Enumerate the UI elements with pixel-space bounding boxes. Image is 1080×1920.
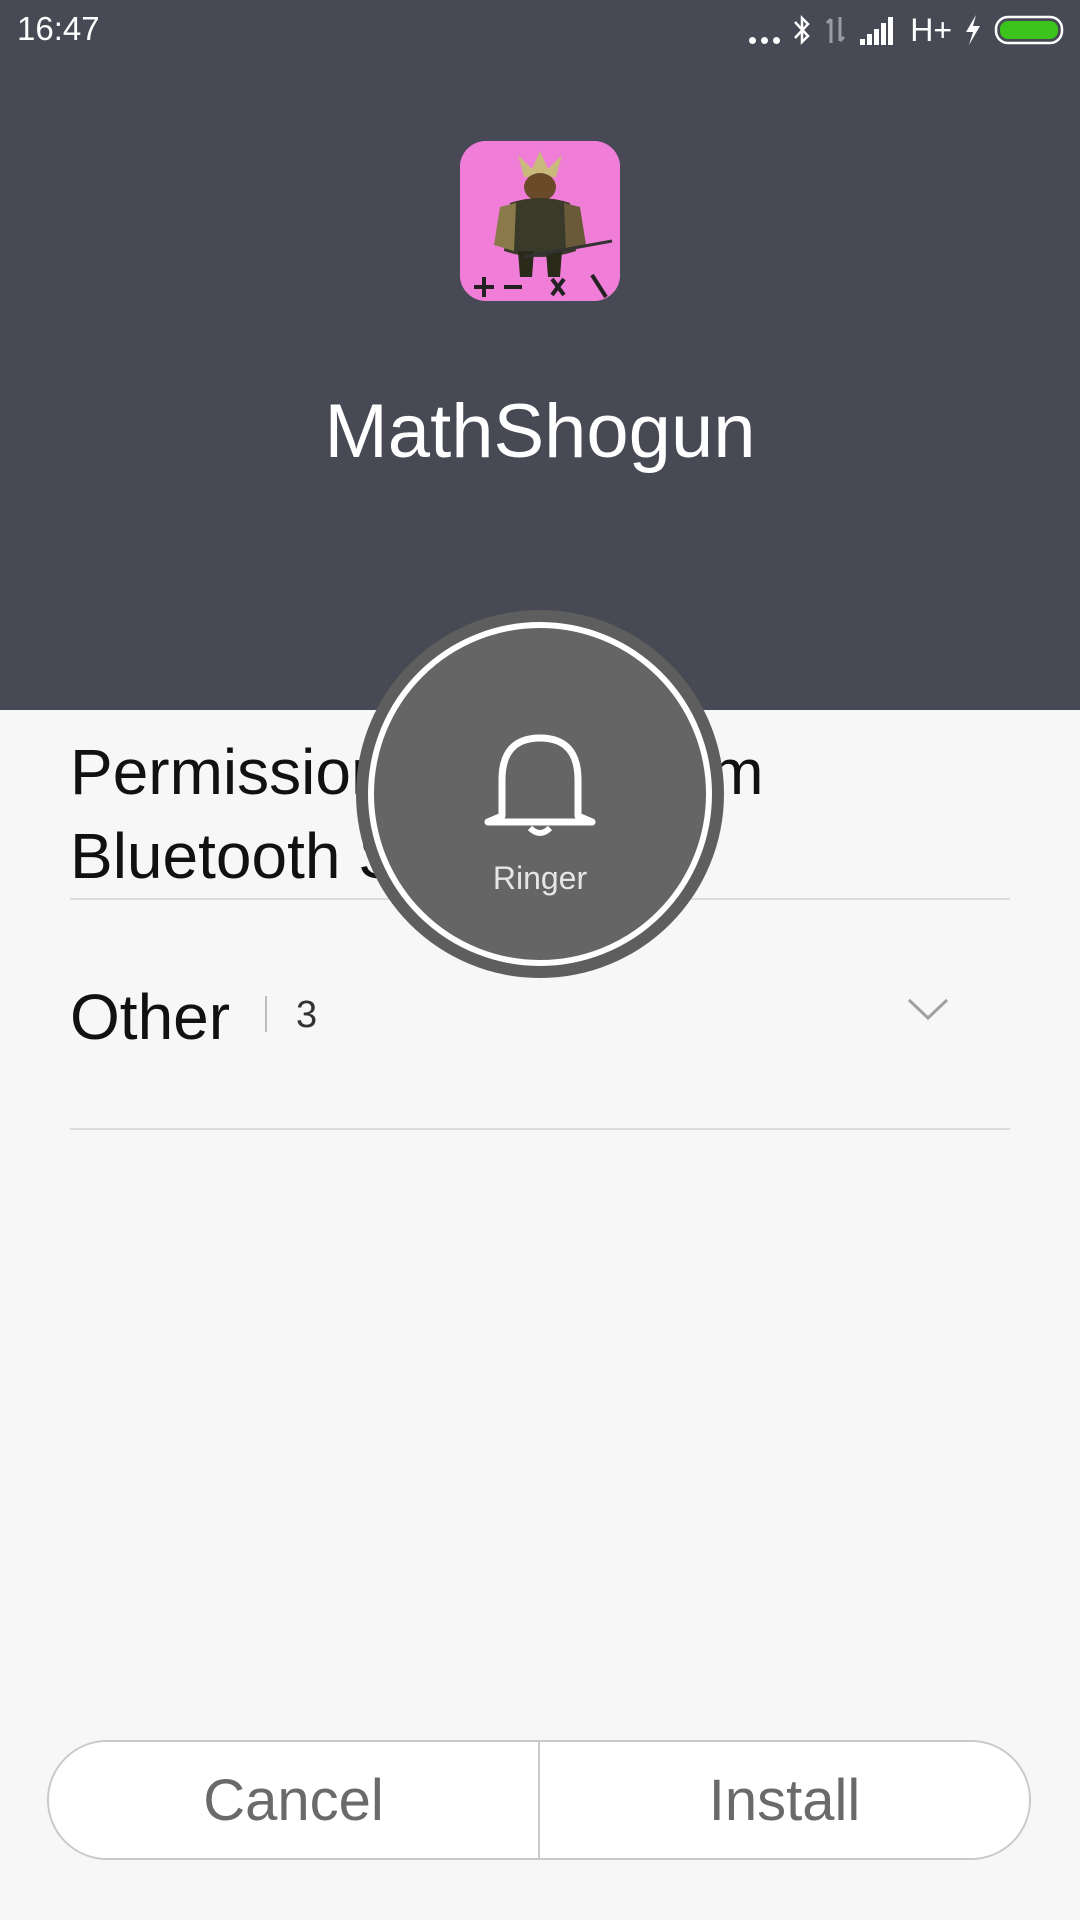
permission-group-other[interactable]: Other 3 bbox=[70, 980, 1010, 1060]
ringer-volume-overlay: Ringer bbox=[356, 610, 724, 978]
app-header: 16:47 H+ MathShogun bbox=[0, 0, 1080, 710]
divider bbox=[70, 1128, 1010, 1130]
ringer-label: Ringer bbox=[492, 860, 588, 896]
data-arrows-icon bbox=[826, 17, 846, 43]
charging-icon bbox=[966, 15, 980, 45]
permission-group-label: Other bbox=[70, 981, 231, 1053]
separator bbox=[265, 996, 267, 1032]
status-time: 16:47 bbox=[17, 10, 100, 47]
status-bar: 16:47 H+ bbox=[0, 0, 1080, 60]
samurai-app-icon bbox=[460, 141, 620, 301]
signal-icon bbox=[860, 17, 894, 45]
more-dots-icon bbox=[749, 16, 781, 44]
chevron-down-icon[interactable] bbox=[906, 994, 950, 1024]
action-buttons: Cancel Install bbox=[47, 1740, 1031, 1860]
battery-icon bbox=[994, 15, 1064, 45]
install-button[interactable]: Install bbox=[540, 1742, 1029, 1858]
ringer-circle: Ringer bbox=[368, 622, 712, 966]
app-name: MathShogun bbox=[324, 389, 756, 474]
bluetooth-icon bbox=[794, 14, 810, 46]
status-icons: H+ bbox=[749, 12, 1066, 48]
network-type: H+ bbox=[910, 11, 952, 48]
bell-icon bbox=[484, 734, 596, 836]
permission-group-count: 3 bbox=[296, 994, 318, 1036]
cancel-button[interactable]: Cancel bbox=[49, 1742, 538, 1858]
